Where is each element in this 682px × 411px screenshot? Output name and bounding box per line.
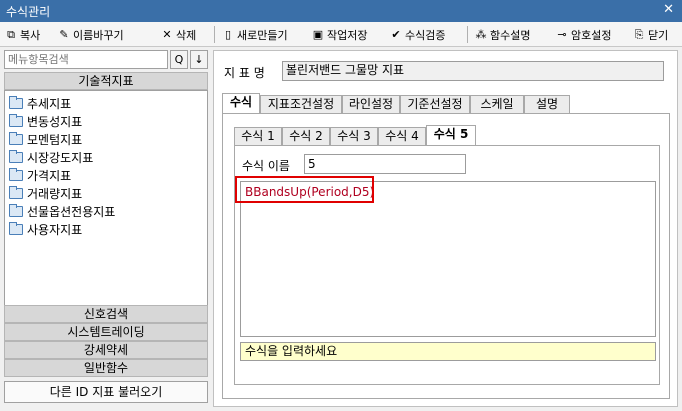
search-input[interactable] — [4, 50, 168, 69]
toolbar: ⧉ 복사 ✎ 이름바꾸기 ✕ 삭제 ▯ 새로만들기 ▣ 작업저장 ✔ 수식검증 … — [0, 22, 682, 47]
down-arrow-icon[interactable]: ↓ — [190, 50, 208, 69]
section-header-strength[interactable]: 강세약세 — [4, 341, 208, 359]
exit-icon: ⎘ — [634, 27, 644, 41]
save-button[interactable]: ▣ 작업저장 — [311, 25, 368, 44]
new-button[interactable]: ▯ 새로만들기 — [221, 25, 288, 44]
tree-item[interactable]: 사용자지표 — [9, 220, 82, 238]
tab-formula-1[interactable]: 수식 1 — [234, 127, 282, 145]
tab-scale[interactable]: 스케일 — [470, 95, 524, 113]
tab-baseline[interactable]: 기준선설정 — [400, 95, 470, 113]
tree-item[interactable]: 변동성지표 — [9, 112, 82, 130]
tree-item[interactable]: 시장강도지표 — [9, 148, 93, 166]
new-document-icon: ▯ — [224, 27, 232, 41]
close-icon[interactable]: ✕ — [663, 2, 674, 17]
section-header-functions[interactable]: 일반함수 — [4, 359, 208, 377]
left-panel: Q ↓ 기술적지표 추세지표 변동성지표 모멘텀지표 시장강도지표 가격지표 거… — [4, 50, 208, 407]
copy-icon: ⧉ — [7, 27, 15, 41]
copy-button[interactable]: ⧉ 복사 — [4, 25, 40, 44]
tree-item[interactable]: 거래량지표 — [9, 184, 82, 202]
search-icon[interactable]: Q — [170, 50, 188, 69]
tree-item[interactable]: 가격지표 — [9, 166, 71, 184]
function-description-button[interactable]: ⁂ 함수설명 — [474, 25, 531, 44]
toolbar-separator — [467, 26, 468, 43]
rename-button[interactable]: ✎ 이름바꾸기 — [57, 25, 123, 44]
title-bar: 수식관리 ✕ — [0, 0, 682, 22]
tree-item[interactable]: 모멘텀지표 — [9, 130, 82, 148]
folder-icon — [9, 167, 23, 181]
folder-icon — [9, 113, 23, 127]
tab-formula[interactable]: 수식 — [222, 93, 260, 113]
verify-button[interactable]: ✔ 수식검증 — [389, 25, 445, 44]
tab-description[interactable]: 설명 — [524, 95, 570, 113]
section-header-technical[interactable]: 기술적지표 — [4, 72, 208, 90]
folder-icon — [9, 203, 23, 217]
folder-icon — [9, 131, 23, 145]
toolbar-separator — [214, 26, 215, 43]
indicator-name-field[interactable]: 볼린저밴드 그물망 지표 — [282, 61, 664, 81]
tab-line[interactable]: 라인설정 — [342, 95, 400, 113]
folder-icon — [9, 95, 23, 109]
editor-panel: 지 표 명 볼린저밴드 그물망 지표 수식 지표조건설정 라인설정 기준선설정 … — [213, 50, 678, 407]
section-header-system[interactable]: 시스템트레이딩 — [4, 323, 208, 341]
formula-name-label: 수식 이름 — [242, 159, 290, 173]
delete-icon: ✕ — [162, 27, 172, 41]
tab-condition[interactable]: 지표조건설정 — [260, 95, 342, 113]
tab-formula-4[interactable]: 수식 4 — [378, 127, 426, 145]
load-other-id-button[interactable]: 다른 ID 지표 불러오기 — [4, 381, 208, 403]
formula-editor[interactable]: BBandsUp(Period,D5) — [240, 181, 656, 337]
folder-icon — [9, 149, 23, 163]
save-icon: ▣ — [312, 27, 324, 41]
highlight-box — [235, 176, 374, 203]
rename-icon: ✎ — [59, 27, 69, 41]
tab-formula-5[interactable]: 수식 5 — [426, 125, 476, 145]
hint-bar: 수식을 입력하세요 — [240, 342, 656, 361]
tab-formula-3[interactable]: 수식 3 — [330, 127, 378, 145]
password-button[interactable]: ⊸ 암호설정 — [555, 25, 611, 44]
key-icon: ⊸ — [557, 27, 567, 41]
tree-item[interactable]: 선물옵션전용지표 — [9, 202, 115, 220]
tab-formula-2[interactable]: 수식 2 — [282, 127, 330, 145]
close-button[interactable]: ⎘ 닫기 — [632, 25, 669, 44]
tree-item[interactable]: 추세지표 — [9, 94, 71, 112]
folder-icon — [9, 185, 23, 199]
indicator-name-label: 지 표 명 — [224, 66, 265, 80]
delete-button[interactable]: ✕ 삭제 — [160, 25, 196, 44]
search-row: Q ↓ — [4, 50, 208, 69]
check-icon: ✔ — [391, 27, 401, 41]
section-header-signal[interactable]: 신호검색 — [4, 305, 208, 323]
formula-name-input[interactable]: 5 — [304, 154, 466, 174]
folder-open-icon — [9, 221, 23, 235]
magic-wand-icon: ⁂ — [475, 27, 487, 41]
window-title: 수식관리 — [6, 5, 51, 19]
